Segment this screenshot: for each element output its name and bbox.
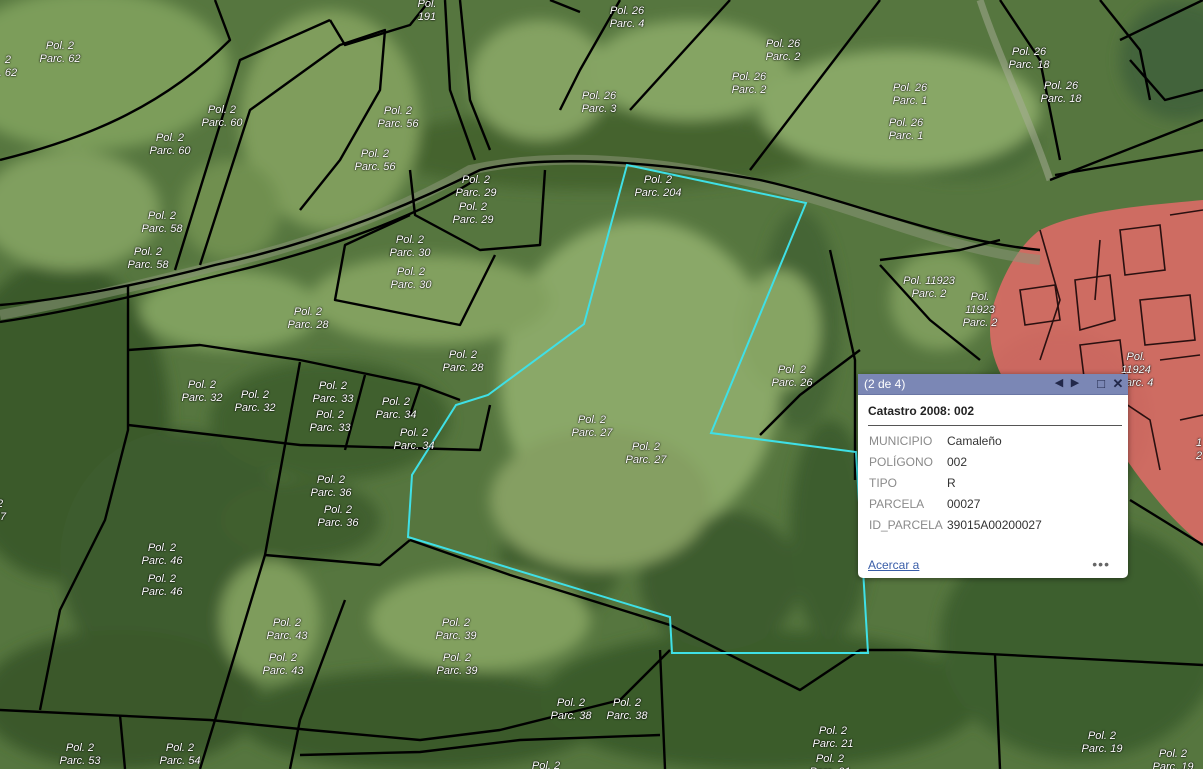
- parcel-label: Pol. 2 Parc. 36: [317, 504, 359, 529]
- previous-feature-icon[interactable]: ◀: [1052, 376, 1066, 391]
- parcel-label: 12: [1195, 437, 1203, 462]
- parcel-label: Pol. 26 Parc. 3: [581, 90, 617, 115]
- parcel-label: Pol. 2Parc. 21: [810, 753, 851, 769]
- parcel-label: Pol. 26 Parc. 1: [892, 82, 928, 107]
- more-options-icon[interactable]: •••: [1092, 556, 1110, 572]
- parcel-label: Pol. 2 Parc. 29: [452, 201, 494, 226]
- popup-divider: [868, 425, 1122, 426]
- parcel-label: Pol. 2: [531, 760, 561, 769]
- parcel-label: Pol. 2 Parc. 30: [390, 266, 432, 291]
- parcel-label: Pol. 26 Parc. 1: [888, 117, 924, 142]
- attribute-value: 39015A00200027: [947, 518, 1042, 532]
- attribute-value: 002: [947, 455, 968, 469]
- parcel-label: Pol. 2 Parc. 36: [310, 474, 352, 499]
- parcel-label: 2. 62: [0, 54, 18, 79]
- parcel-label: Pol. 2 Parc. 30: [389, 234, 431, 259]
- parcel-label: Pol. 2 Parc. 204: [634, 174, 682, 199]
- attribute-value: R: [947, 476, 956, 490]
- parcel-label: Pol. 2 Parc. 26: [771, 364, 813, 389]
- attribute-value: 00027: [947, 497, 981, 511]
- next-feature-icon[interactable]: ▶: [1068, 376, 1082, 391]
- attribute-key: MUNICIPIO: [869, 434, 933, 448]
- parcel-label: Pol. 2 Parc. 60: [201, 104, 243, 129]
- parcel-label: Pol. 2 Parc. 33: [309, 409, 351, 434]
- parcel-label: Pol. 2 Parc. 53: [59, 742, 101, 767]
- parcel-label: Pol. 2 Parc. 58: [141, 210, 183, 235]
- parcel-label: Pol. 26 Parc. 18: [1040, 80, 1082, 105]
- parcel-label: Pol. 2Parc. 21: [812, 725, 854, 750]
- parcel-label: Pol. 2 Parc. 62: [39, 40, 81, 65]
- parcel-label: Pol. 2 Parc. 39: [436, 652, 478, 677]
- parcel-label: Pol. 26 Parc. 18: [1008, 46, 1050, 71]
- parcel-label: Pol. 2 Parc. 28: [287, 306, 329, 331]
- parcel-label: Pol. 2 Parc. 29: [455, 174, 497, 199]
- parcel-label: Pol. 2 Parc. 39: [435, 617, 477, 642]
- parcel-label: Pol. 2 Parc. 60: [149, 132, 191, 157]
- parcel-label: Pol. 2 Parc. 28: [442, 349, 484, 374]
- parcel-label: 247: [0, 498, 7, 523]
- parcel-label: Pol. 2 Parc. 46: [141, 573, 183, 598]
- attribute-key: TIPO: [869, 476, 898, 490]
- parcel-label: Pol. 2 Parc. 43: [266, 617, 308, 642]
- parcel-label: Pol. 11923 Parc. 2: [962, 291, 998, 329]
- parcel-label: Pol. 2 Parc. 38: [606, 697, 648, 722]
- parcel-label: Pol. 26 Parc. 2: [765, 38, 801, 63]
- parcel-label: Pol. 2 Parc. 33: [312, 380, 354, 405]
- maximize-icon[interactable]: □: [1094, 376, 1108, 391]
- parcel-label: Pol. 2 Parc. 27: [625, 441, 667, 466]
- popup-header: (2 de 4) ◀ ▶ □ ✕: [858, 374, 1128, 395]
- attribute-key: ID_PARCELA: [869, 518, 943, 532]
- popup-counter: (2 de 4): [864, 377, 906, 391]
- parcel-label: Pol. 191: [417, 0, 437, 23]
- attribute-value: Camaleño: [947, 434, 1002, 448]
- parcel-label: Pol. 2 Parc. 34: [393, 427, 435, 452]
- close-icon[interactable]: ✕: [1111, 376, 1125, 391]
- parcel-label: Pol. 2 Parc. 54: [159, 742, 201, 767]
- parcel-label: Pol. 2 Parc. 56: [354, 148, 396, 173]
- popup-title: Catastro 2008: 002: [868, 404, 975, 418]
- feature-info-popup: (2 de 4) ◀ ▶ □ ✕ Catastro 2008: 002 MUNI…: [858, 374, 1128, 578]
- parcel-label: Pol. 11923 Parc. 2: [903, 275, 955, 300]
- zoom-to-link[interactable]: Acercar a: [868, 558, 919, 572]
- parcel-label: Pol. 2 Parc. 34: [375, 396, 417, 421]
- parcel-label: Pol. 2 Parc. 19: [1152, 748, 1194, 769]
- parcel-label: Pol. 26 Parc. 4: [609, 5, 645, 30]
- attribute-key: PARCELA: [869, 497, 925, 511]
- parcel-label: Pol. 2 Parc. 38: [550, 697, 592, 722]
- parcel-label: Pol. 2 Parc. 46: [141, 542, 183, 567]
- parcel-label: Pol. 2 Parc. 58: [127, 246, 169, 271]
- parcel-label: Pol. 2 Parc. 32: [234, 389, 276, 414]
- parcel-label: Pol. 2 Parc. 27: [571, 414, 613, 439]
- parcel-label: Pol. 2 Parc. 19: [1081, 730, 1123, 755]
- parcel-label: Pol. 2 Parc. 56: [377, 105, 419, 130]
- parcel-label: Pol. 2 Parc. 43: [262, 652, 304, 677]
- parcel-label: Pol. 2 Parc. 32: [181, 379, 223, 404]
- parcel-label: Pol. 26 Parc. 2: [731, 71, 767, 96]
- attribute-key: POLÍGONO: [869, 455, 934, 469]
